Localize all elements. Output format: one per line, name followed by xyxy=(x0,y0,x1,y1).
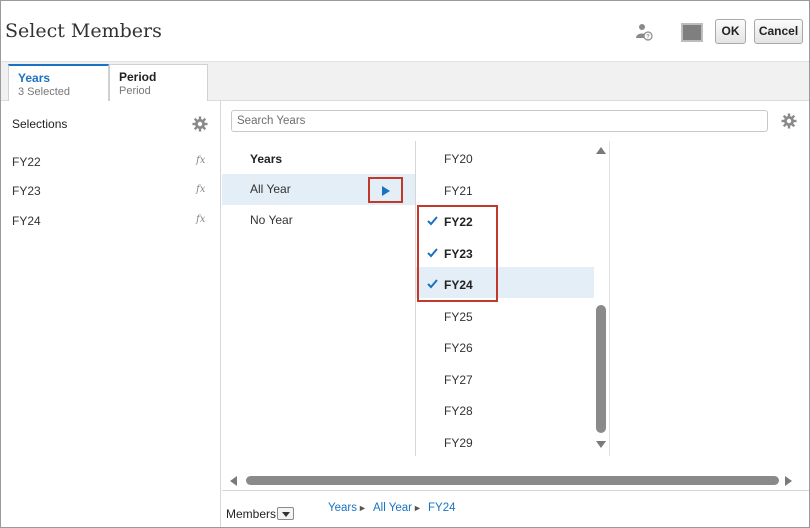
member-item-label: FY29 xyxy=(444,436,473,450)
member-item-label: FY28 xyxy=(444,404,473,418)
tab-years-title: Years xyxy=(18,71,51,85)
hierarchy-column: Years All Year No Year xyxy=(222,141,415,456)
breadcrumb-all-year[interactable]: All Year xyxy=(373,502,412,514)
function-fx-icon[interactable]: fx xyxy=(196,214,205,225)
selection-item-fy24[interactable]: FY24 fx xyxy=(1,208,220,236)
selection-item-label: FY23 xyxy=(12,184,41,198)
member-item-fy20[interactable]: FY20 xyxy=(416,141,594,172)
function-fx-icon[interactable]: fx xyxy=(196,155,205,166)
hierarchy-item-all-year[interactable]: All Year xyxy=(222,174,415,205)
scroll-left-arrow-icon[interactable] xyxy=(230,476,237,486)
selection-item-label: FY22 xyxy=(12,155,41,169)
drill-into-arrow-button[interactable] xyxy=(368,177,403,203)
ok-button[interactable]: OK xyxy=(715,19,746,44)
dialog-title: Select Members xyxy=(5,20,162,42)
scroll-right-arrow-icon[interactable] xyxy=(785,476,792,486)
horizontal-scrollbar[interactable] xyxy=(222,474,809,488)
cancel-button-label: Cancel xyxy=(758,24,799,38)
member-item-fy25[interactable]: FY25 xyxy=(416,299,594,330)
selection-item-label: FY24 xyxy=(12,214,41,228)
hierarchy-item-no-year[interactable]: No Year xyxy=(222,205,415,236)
member-item-fy28[interactable]: FY28 xyxy=(416,393,594,424)
member-item-fy26[interactable]: FY26 xyxy=(416,330,594,361)
member-browser-pane: Years All Year No Year FY20 FY21 FY22 xyxy=(222,101,809,527)
scroll-down-arrow-icon[interactable] xyxy=(596,441,606,448)
member-item-fy21[interactable]: FY21 xyxy=(416,173,594,204)
member-item-fy29[interactable]: FY29 xyxy=(416,425,594,456)
tab-years[interactable]: Years 3 Selected xyxy=(8,64,109,102)
browser-gear-icon[interactable] xyxy=(781,113,797,129)
member-item-label: FY27 xyxy=(444,373,473,387)
tab-period[interactable]: Period Period xyxy=(109,64,208,102)
member-item-label: FY20 xyxy=(444,152,473,166)
browser-footer: Members Years ► All Year ► FY24 xyxy=(222,490,809,527)
selections-title: Selections xyxy=(12,117,68,131)
breadcrumb-separator-icon: ► xyxy=(413,503,422,513)
selection-item-fy22[interactable]: FY22 fx xyxy=(1,149,220,177)
scroll-up-arrow-icon[interactable] xyxy=(596,147,606,154)
member-item-label: FY25 xyxy=(444,310,473,324)
svg-text:?: ? xyxy=(646,35,650,41)
breadcrumb-fy24[interactable]: FY24 xyxy=(428,502,456,514)
search-input[interactable] xyxy=(231,110,768,132)
hierarchy-item-label: All Year xyxy=(250,182,291,196)
member-item-fy27[interactable]: FY27 xyxy=(416,362,594,393)
member-item-label: FY21 xyxy=(444,184,473,198)
function-fx-icon[interactable]: fx xyxy=(196,184,205,195)
user-help-icon[interactable]: ? xyxy=(635,23,653,41)
dialog-header: Select Members ? OK Cancel xyxy=(1,1,809,61)
column-divider xyxy=(609,141,610,456)
dimension-tab-bar: Years 3 Selected Period Period xyxy=(1,61,809,102)
select-members-dialog: Select Members ? OK Cancel Years 3 Selec… xyxy=(0,0,810,528)
selections-gear-icon[interactable] xyxy=(192,116,208,132)
selections-pane: Selections FY22 fx FY23 fx FY24 fx xyxy=(1,101,221,527)
selection-item-fy23[interactable]: FY23 fx xyxy=(1,178,220,206)
tab-years-subtitle: 3 Selected xyxy=(18,86,70,98)
breadcrumb-separator-icon: ► xyxy=(358,503,367,513)
color-square-icon[interactable] xyxy=(681,23,703,42)
chevron-down-icon xyxy=(282,512,290,517)
members-vertical-scrollbar[interactable] xyxy=(594,141,609,453)
hierarchy-item-label: No Year xyxy=(250,213,293,227)
breadcrumb-years[interactable]: Years xyxy=(328,502,357,514)
members-view-label: Members xyxy=(226,507,277,521)
checked-members-highlight xyxy=(417,205,498,302)
vertical-scroll-thumb[interactable] xyxy=(596,305,606,433)
tab-period-title: Period xyxy=(119,70,157,84)
play-arrow-icon xyxy=(382,186,390,196)
hierarchy-header: Years xyxy=(250,152,283,166)
member-item-label: FY26 xyxy=(444,341,473,355)
horizontal-scroll-thumb[interactable] xyxy=(246,476,779,485)
cancel-button[interactable]: Cancel xyxy=(754,19,803,44)
ok-button-label: OK xyxy=(721,24,740,38)
members-view-dropdown[interactable] xyxy=(277,507,294,520)
tab-period-subtitle: Period xyxy=(119,85,151,97)
